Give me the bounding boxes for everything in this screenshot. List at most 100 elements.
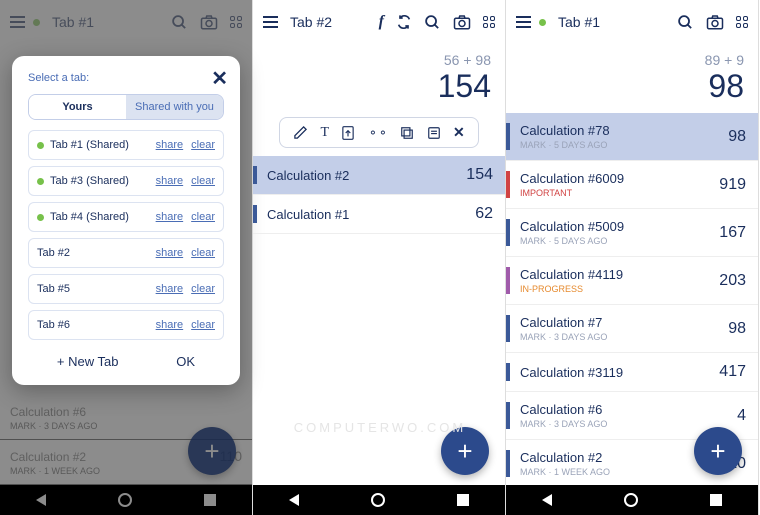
- row-value: 62: [475, 205, 493, 223]
- list-item[interactable]: Calculation #78MARK · 5 DAYS AGO98: [506, 113, 758, 161]
- row-value: 154: [466, 166, 493, 184]
- plus-icon: +: [710, 436, 725, 467]
- menu-icon[interactable]: [516, 16, 531, 28]
- share-link[interactable]: share: [156, 175, 184, 187]
- clear-link[interactable]: clear: [191, 283, 215, 295]
- close-icon[interactable]: ✕: [211, 66, 228, 91]
- row-subtitle: MARK · 5 DAYS AGO: [520, 140, 728, 150]
- segment-yours[interactable]: Yours: [29, 95, 126, 119]
- tab-name: Tab #1 (Shared): [50, 139, 129, 151]
- list-item[interactable]: Calculation #7MARK · 3 DAYS AGO98: [506, 305, 758, 353]
- row-value: 203: [719, 272, 746, 290]
- menu-icon[interactable]: [263, 16, 278, 28]
- row-value: 4: [737, 407, 746, 425]
- clear-link[interactable]: clear: [191, 247, 215, 259]
- tab-title: Tab #2: [290, 14, 332, 30]
- result-text: 98: [520, 68, 744, 105]
- tab-name: Tab #4 (Shared): [50, 211, 129, 223]
- share-icon[interactable]: ⚬⚬: [368, 126, 388, 140]
- tab-selector-modal: ✕ Select a tab: Yours Shared with you Ta…: [12, 56, 240, 385]
- list-item[interactable]: Calculation #6009IMPORTANT919: [506, 161, 758, 209]
- tab-row[interactable]: Tab #6 share clear: [28, 310, 224, 340]
- copy-icon[interactable]: [400, 126, 414, 140]
- close-toolbar-icon[interactable]: ✕: [453, 124, 465, 141]
- row-subtitle: IN-PROGRESS: [520, 284, 719, 294]
- tab-row[interactable]: Tab #3 (Shared)shareclear: [28, 166, 224, 196]
- accent-bar: [506, 123, 510, 150]
- android-navbar: [506, 485, 758, 515]
- share-link[interactable]: share: [156, 247, 184, 259]
- note-icon[interactable]: [427, 126, 441, 140]
- row-value: 417: [719, 363, 746, 381]
- tab-name: Tab #6: [37, 319, 70, 331]
- list-item[interactable]: Calculation #5009MARK · 5 DAYS AGO167: [506, 209, 758, 257]
- tab-name: Tab #2: [37, 247, 70, 259]
- camera-icon[interactable]: [453, 14, 471, 30]
- recents-icon[interactable]: [710, 494, 722, 506]
- modal-label: Select a tab:: [28, 72, 224, 84]
- tab-list: Tab #1 (Shared)shareclearTab #3 (Shared)…: [28, 130, 224, 340]
- tab-title: Tab #1: [558, 14, 600, 30]
- refresh-icon[interactable]: [396, 14, 412, 30]
- segment-shared[interactable]: Shared with you: [126, 95, 223, 119]
- tab-row[interactable]: Tab #5shareclear: [28, 274, 224, 304]
- row-title: Calculation #5009: [520, 219, 719, 234]
- share-link[interactable]: share: [156, 139, 184, 151]
- apps-icon[interactable]: [483, 16, 495, 28]
- new-tab-button[interactable]: + New Tab: [57, 354, 119, 369]
- row-subtitle: MARK · 3 DAYS AGO: [520, 419, 737, 429]
- status-dot-icon: [539, 19, 546, 26]
- search-icon[interactable]: [424, 14, 441, 31]
- list-item[interactable]: Calculation #4119 IN-PROGRESS203: [506, 257, 758, 305]
- share-link[interactable]: share: [156, 211, 184, 223]
- row-title: Calculation #4119: [520, 267, 719, 282]
- home-icon[interactable]: [624, 493, 638, 507]
- fab-add-button[interactable]: +: [441, 427, 489, 475]
- ok-button[interactable]: OK: [176, 354, 195, 369]
- result-text: 154: [267, 68, 491, 105]
- accent-bar: [506, 402, 510, 429]
- row-value: 167: [719, 224, 746, 242]
- list-item[interactable]: Calculation #3119417: [506, 353, 758, 392]
- back-icon[interactable]: [289, 494, 299, 506]
- clear-link[interactable]: clear: [191, 319, 215, 331]
- row-value: 98: [728, 320, 746, 338]
- expression-text: 89 + 9: [520, 52, 744, 68]
- fab-add-button[interactable]: +: [694, 427, 742, 475]
- list-item[interactable]: Calculation #2154: [253, 156, 505, 195]
- accent-bar: [506, 315, 510, 342]
- share-link[interactable]: share: [156, 283, 184, 295]
- row-title: Calculation #1: [267, 207, 475, 222]
- search-icon[interactable]: [677, 14, 694, 31]
- camera-icon[interactable]: [706, 14, 724, 30]
- topbar: Tab #1: [506, 0, 758, 44]
- row-title: Calculation #2: [267, 168, 466, 183]
- clear-link[interactable]: clear: [191, 139, 215, 151]
- clear-link[interactable]: clear: [191, 175, 215, 187]
- panel-1: Tab #1 Calculation #6MARK · 3 DAYS AGO C…: [0, 0, 253, 515]
- text-icon[interactable]: T: [321, 125, 330, 141]
- accent-bar: [506, 171, 510, 198]
- segment-control: Yours Shared with you: [28, 94, 224, 120]
- back-icon[interactable]: [542, 494, 552, 506]
- accent-bar: [506, 219, 510, 246]
- pencil-icon[interactable]: [293, 125, 308, 140]
- topbar: Tab #2 f: [253, 0, 505, 44]
- plus-icon: +: [457, 436, 472, 467]
- apps-icon[interactable]: [736, 16, 748, 28]
- clear-link[interactable]: clear: [191, 211, 215, 223]
- home-icon[interactable]: [371, 493, 385, 507]
- export-icon[interactable]: [341, 125, 355, 141]
- tab-row[interactable]: Tab #1 (Shared) share clear: [28, 130, 224, 160]
- function-icon[interactable]: f: [379, 13, 384, 31]
- list-item[interactable]: Calculation #162: [253, 195, 505, 234]
- tab-row[interactable]: Tab #4 (Shared) share clear: [28, 202, 224, 232]
- row-title: Calculation #6: [520, 402, 737, 417]
- shared-dot-icon: [37, 142, 44, 149]
- row-subtitle: MARK · 3 DAYS AGO: [520, 332, 728, 342]
- row-title: Calculation #6009: [520, 171, 719, 186]
- panel-3: Tab #1 89 + 9 98 Calculation #78MARK · 5…: [506, 0, 759, 515]
- share-link[interactable]: share: [156, 319, 184, 331]
- recents-icon[interactable]: [457, 494, 469, 506]
- tab-row[interactable]: Tab #2 share clear: [28, 238, 224, 268]
